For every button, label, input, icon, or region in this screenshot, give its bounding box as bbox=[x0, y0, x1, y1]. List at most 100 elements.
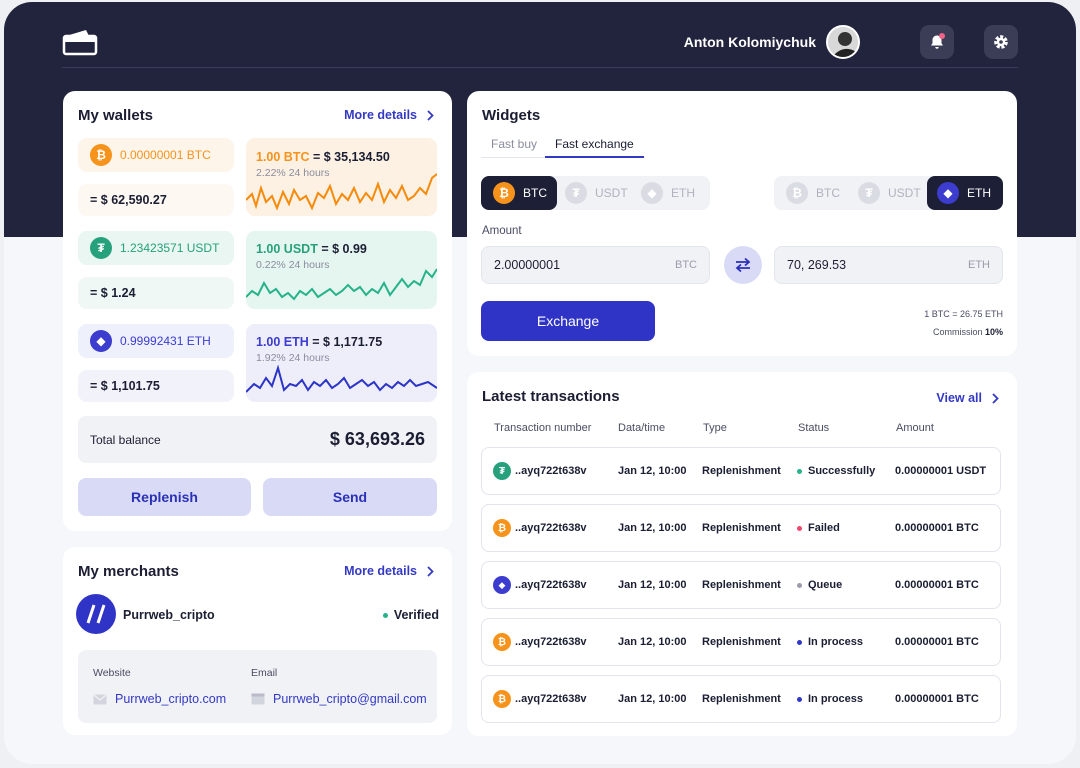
commission-value: 10% bbox=[984, 327, 1003, 337]
row-date: Jan 12, 10:00 bbox=[618, 522, 687, 534]
btc-usd-value: = $ 62,590.27 bbox=[90, 193, 167, 207]
row-id: ..ayq722t638v bbox=[515, 522, 587, 534]
from-amount-input[interactable]: 2.00000001 BTC bbox=[481, 246, 710, 284]
replenish-button[interactable]: Replenish bbox=[78, 478, 251, 516]
row-type: Replenishment bbox=[702, 693, 781, 705]
row-date: Jan 12, 10:00 bbox=[618, 465, 687, 477]
table-row[interactable]: ◆ ..ayq722t638v Jan 12, 10:00 Replenishm… bbox=[481, 561, 1001, 609]
table-row[interactable]: ₿ ..ayq722t638v Jan 12, 10:00 Replenishm… bbox=[481, 618, 1001, 666]
to-coin-usdt-label: USDT bbox=[888, 186, 921, 200]
verified-dot-icon bbox=[382, 612, 388, 618]
merchants-card: My merchants More details Purrweb_cripto… bbox=[63, 547, 452, 735]
email-link[interactable]: Purrweb_cripto@gmail.com bbox=[251, 692, 427, 706]
merchants-title: My merchants bbox=[78, 563, 179, 580]
row-status-label: In process bbox=[808, 636, 864, 648]
btc-sparkline bbox=[246, 173, 437, 211]
chevron-right-icon bbox=[427, 109, 434, 121]
from-coin-eth[interactable]: ◆ ETH bbox=[635, 176, 705, 210]
wallets-title: My wallets bbox=[78, 107, 154, 124]
row-type: Replenishment bbox=[702, 465, 781, 477]
tab-fast-buy[interactable]: Fast buy bbox=[491, 137, 537, 151]
settings-button[interactable] bbox=[984, 24, 1018, 59]
from-amount-value: 2.00000001 bbox=[494, 258, 561, 272]
row-amount: 0.00000001 BTC bbox=[895, 522, 979, 534]
browser-window-icon bbox=[251, 693, 265, 705]
merchant-name[interactable]: Purrweb_cripto bbox=[123, 608, 215, 622]
from-coin-selector: ₿ BTC ₮ USDT ◆ ETH bbox=[481, 176, 710, 210]
row-status-label: Queue bbox=[808, 579, 843, 591]
bitcoin-icon: ₿ bbox=[493, 633, 511, 651]
table-row[interactable]: ₿ ..ayq722t638v Jan 12, 10:00 Replenishm… bbox=[481, 504, 1001, 552]
wallets-more-details-label: More details bbox=[344, 108, 417, 122]
to-amount-input[interactable]: 70, 269.53 ETH bbox=[774, 246, 1003, 284]
wallets-more-details-link[interactable]: More details bbox=[344, 108, 434, 122]
to-coin-eth-label: ETH bbox=[967, 186, 991, 200]
top-bar: Anton Kolomiychuk bbox=[62, 16, 1018, 68]
exchange-button[interactable]: Exchange bbox=[481, 301, 655, 341]
row-status: Successfully bbox=[797, 465, 875, 477]
usdt-rate-chart-card[interactable]: 1.00 USDT = $ 0.99 0.22% 24 hours bbox=[246, 231, 437, 309]
status-dot-icon bbox=[797, 639, 802, 645]
row-status: Failed bbox=[797, 522, 840, 534]
eth-rate-chart-card[interactable]: 1.00 ETH = $ 1,171.75 1.92% 24 hours bbox=[246, 324, 437, 402]
bitcoin-icon: ₿ bbox=[493, 690, 511, 708]
envelope-icon bbox=[93, 694, 107, 704]
row-amount: 0.00000001 USDT bbox=[895, 465, 987, 477]
usdt-sparkline bbox=[246, 268, 437, 301]
eth-amount-pill: ◆ 0.99992431 ETH bbox=[78, 324, 234, 358]
avatar[interactable] bbox=[826, 24, 860, 59]
send-button[interactable]: Send bbox=[263, 478, 437, 516]
bitcoin-icon: ₿ bbox=[786, 182, 808, 204]
merchants-more-details-link[interactable]: More details bbox=[344, 564, 434, 578]
btc-amount-pill: ₿ 0.00000001 BTC bbox=[78, 138, 234, 172]
ethereum-icon: ◆ bbox=[493, 576, 511, 594]
total-balance-box: Total balance $ 63,693.26 bbox=[78, 416, 437, 463]
table-row[interactable]: ₿ ..ayq722t638v Jan 12, 10:00 Replenishm… bbox=[481, 675, 1001, 723]
usdt-amount-pill: ₮ 1.23423571 USDT bbox=[78, 231, 234, 265]
from-coin-btc[interactable]: ₿ BTC bbox=[481, 176, 557, 210]
transactions-card: Latest transactions View all Transaction… bbox=[467, 372, 1017, 736]
to-coin-usdt[interactable]: ₮ USDT bbox=[850, 176, 927, 210]
row-status: In process bbox=[797, 636, 863, 648]
website-label: Website bbox=[93, 667, 131, 679]
row-status-label: Failed bbox=[808, 522, 840, 534]
usdt-usd-pill: = $ 1.24 bbox=[78, 277, 234, 309]
merchant-status: Verified bbox=[382, 608, 439, 622]
status-dot-icon bbox=[797, 468, 802, 474]
swap-button[interactable] bbox=[724, 246, 762, 284]
view-all-link[interactable]: View all bbox=[936, 391, 999, 405]
row-amount: 0.00000001 BTC bbox=[895, 693, 979, 705]
wallet-logo-icon[interactable] bbox=[62, 28, 98, 56]
btc-sparkline-line bbox=[246, 173, 437, 211]
row-id: ..ayq722t638v bbox=[515, 579, 587, 591]
row-amount: 0.00000001 BTC bbox=[895, 636, 979, 648]
merchant-logo-icon[interactable] bbox=[76, 594, 116, 634]
row-id: ..ayq722t638v bbox=[515, 636, 587, 648]
status-dot-icon bbox=[797, 582, 802, 588]
commission-label: Commission bbox=[932, 327, 985, 337]
eth-sparkline bbox=[246, 364, 437, 393]
row-date: Jan 12, 10:00 bbox=[618, 579, 687, 591]
eth-sparkline-line bbox=[246, 364, 437, 393]
tab-fast-exchange[interactable]: Fast exchange bbox=[545, 137, 644, 158]
from-coin-usdt[interactable]: ₮ USDT bbox=[557, 176, 635, 210]
notifications-button[interactable] bbox=[920, 24, 954, 59]
tether-icon: ₮ bbox=[90, 237, 112, 259]
to-coin-eth[interactable]: ◆ ETH bbox=[927, 176, 1003, 210]
btc-rate-chart-card[interactable]: 1.00 BTC = $ 35,134.50 2.22% 24 hours bbox=[246, 138, 437, 216]
table-row[interactable]: ₮ ..ayq722t638v Jan 12, 10:00 Replenishm… bbox=[481, 447, 1001, 495]
total-balance-value: $ 63,693.26 bbox=[329, 429, 425, 449]
merchants-more-details-label: More details bbox=[344, 564, 417, 578]
transactions-title: Latest transactions bbox=[482, 388, 620, 405]
btc-usd-pill: = $ 62,590.27 bbox=[78, 184, 234, 216]
to-coin-btc[interactable]: ₿ BTC bbox=[774, 176, 850, 210]
col-amount: Amount bbox=[896, 422, 934, 434]
eth-usd-pill: = $ 1,101.75 bbox=[78, 370, 234, 402]
merchant-details-box: Website Purrweb_cripto.com Email Purrweb… bbox=[78, 650, 437, 723]
widgets-tabs: Fast buy Fast exchange bbox=[481, 136, 645, 158]
user-name[interactable]: Anton Kolomiychuk bbox=[684, 34, 816, 50]
row-type: Replenishment bbox=[702, 636, 781, 648]
ethereum-icon: ◆ bbox=[90, 330, 112, 352]
row-date: Jan 12, 10:00 bbox=[618, 693, 687, 705]
website-link[interactable]: Purrweb_cripto.com bbox=[93, 692, 226, 706]
